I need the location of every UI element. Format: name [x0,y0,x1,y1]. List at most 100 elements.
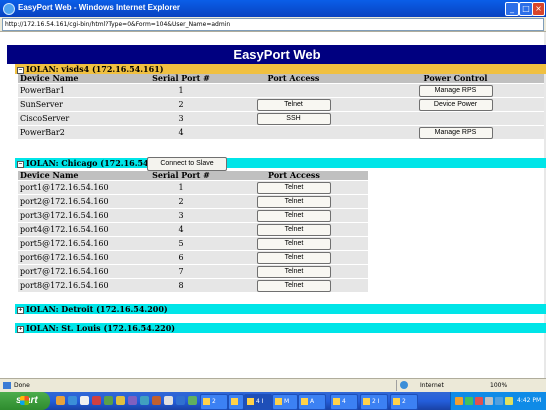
manage-rps-button[interactable]: Manage RPS [418,85,493,97]
group-title: IOLAN: Detroit (172.16.54.200) [26,304,168,314]
security-zone: Internet [396,380,477,391]
port-access-cell: Telnet [220,250,368,265]
quicklaunch-icon[interactable] [80,396,89,405]
col-serial-port: Serial Port # [142,171,220,181]
group-header-st-louis[interactable]: + IOLAN: St. Louis (172.16.54.220) [15,323,546,333]
table-header-row: Device Name Serial Port # Port Access [18,171,368,181]
quicklaunch-icon[interactable] [188,396,197,405]
window-title: EasyPort Web - Windows Internet Explorer [18,3,181,12]
taskbar-button[interactable]: 2 [200,394,228,410]
power-control-cell: Manage RPS [367,125,544,139]
col-power-control: Power Control [367,74,544,84]
table-row: port4@172.16.54.160 4 Telnet [18,222,368,237]
telnet-button[interactable]: Telnet [257,210,331,222]
taskbar-button[interactable]: 2 I [360,394,388,410]
ssh-button[interactable]: SSH [256,113,331,125]
taskbar-button[interactable]: 4 [330,394,358,410]
telnet-button[interactable]: Telnet [257,266,331,278]
tray-icon[interactable] [485,397,493,405]
telnet-button[interactable]: Telnet [257,238,331,250]
tray-icon[interactable] [505,397,513,405]
serial-port: 3 [142,208,220,223]
taskbar-button[interactable]: M [272,394,298,410]
device-name: port7@172.16.54.160 [18,264,142,279]
telnet-button[interactable]: Telnet [257,280,331,292]
device-table-visds4: Device Name Serial Port # Port Access Po… [18,74,544,139]
port-access-cell: Telnet [220,180,368,195]
taskbar-button[interactable]: A [298,394,326,410]
device-name: PowerBar1 [18,83,142,98]
telnet-button[interactable]: Telnet [257,182,331,194]
device-power-button[interactable]: Device Power [418,99,493,111]
port-access-cell: Telnet [220,97,367,112]
table-row: port7@172.16.54.160 7 Telnet [18,264,368,279]
connect-to-slave-button[interactable]: Connect to Slave [147,157,227,171]
table-row: port2@172.16.54.160 2 Telnet [18,194,368,209]
device-name: port5@172.16.54.160 [18,236,142,251]
col-device-name: Device Name [18,74,142,84]
device-name: port1@172.16.54.160 [18,180,142,195]
power-control-cell [367,111,544,126]
quicklaunch-icon[interactable] [140,396,149,405]
zone-label: Internet [420,382,444,389]
port-access-cell: Telnet [220,264,368,279]
expand-toggle-icon[interactable]: + [17,325,24,333]
device-name: port4@172.16.54.160 [18,222,142,237]
clock: 4:42 PM [517,397,542,404]
device-name: PowerBar2 [18,125,142,139]
zoom-level[interactable]: 100% [490,379,507,392]
quicklaunch-icon[interactable] [164,396,173,405]
serial-port: 7 [142,264,220,279]
close-button[interactable]: × [532,2,545,16]
device-table-chicago: Device Name Serial Port # Port Access po… [18,171,368,292]
ie-icon [3,3,15,15]
tray-icon[interactable] [475,397,483,405]
expand-toggle-icon[interactable]: + [17,306,24,314]
taskbar-button[interactable]: 2 [390,394,418,410]
globe-icon [400,381,408,389]
telnet-button[interactable]: Telnet [257,252,331,264]
telnet-button[interactable]: Telnet [257,224,331,236]
port-access-cell: Telnet [220,278,368,292]
tray-icon[interactable] [455,397,463,405]
table-row: PowerBar1 1 Manage RPS [18,83,544,98]
device-name: SunServer [18,97,142,112]
telnet-button[interactable]: Telnet [257,196,331,208]
quicklaunch-icon[interactable] [92,396,101,405]
tray-icon[interactable] [465,397,473,405]
taskbar-button-active[interactable]: 4 I [244,394,272,410]
table-row: PowerBar2 4 Manage RPS [18,125,544,139]
quicklaunch-icon[interactable] [104,396,113,405]
minimize-button[interactable]: _ [505,2,519,16]
tray-icon[interactable] [495,397,503,405]
taskbar-button[interactable] [228,394,244,410]
address-input[interactable]: http://172.16.54.161/cgi-bin/html?Type=0… [2,18,544,31]
quicklaunch-icon[interactable] [152,396,161,405]
quicklaunch-icon[interactable] [68,396,77,405]
col-serial-port: Serial Port # [142,74,220,84]
manage-rps-button[interactable]: Manage RPS [418,127,493,139]
maximize-button[interactable]: □ [519,2,533,16]
table-row: port5@172.16.54.160 5 Telnet [18,236,368,251]
telnet-button[interactable]: Telnet [256,99,331,111]
device-name: port6@172.16.54.160 [18,250,142,265]
serial-port: 2 [142,194,220,209]
serial-port: 6 [142,250,220,265]
quicklaunch-icon[interactable] [176,396,185,405]
taskbar: start 2 4 I M A 4 2 I 2 4:42 PM [0,392,546,410]
quicklaunch-icon[interactable] [56,396,65,405]
port-access-cell: SSH [220,111,367,126]
quicklaunch-icon[interactable] [116,396,125,405]
power-control-cell: Device Power [367,97,544,112]
serial-port: 3 [142,111,220,126]
group-header-chicago[interactable]: − IOLAN: Chicago (172.16.54.160) [15,158,546,168]
quicklaunch-icon[interactable] [128,396,137,405]
windows-flag-icon [20,396,29,405]
start-button[interactable]: start [0,392,50,410]
page-icon [3,382,11,389]
group-header-detroit[interactable]: + IOLAN: Detroit (172.16.54.200) [15,304,546,314]
table-row: port8@172.16.54.160 8 Telnet [18,278,368,292]
port-access-cell [220,125,367,139]
collapse-toggle-icon[interactable]: − [17,160,24,168]
table-row: port3@172.16.54.160 3 Telnet [18,208,368,223]
